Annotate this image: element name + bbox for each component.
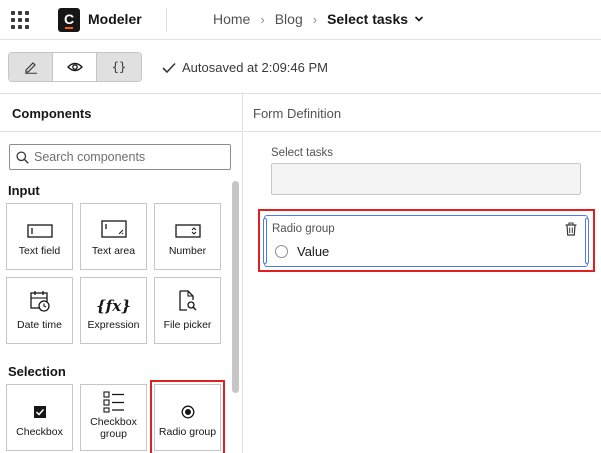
camunda-logo: C <box>58 8 80 32</box>
tile-radio-group[interactable]: Radio group <box>150 380 225 453</box>
pencil-icon <box>24 62 37 74</box>
autosave-status: Autosaved at 2:09:46 PM <box>162 60 328 75</box>
radio-group-field[interactable]: Radio group Value <box>263 215 589 267</box>
mode-switcher: {} <box>8 52 142 82</box>
resize-handle-right[interactable] <box>585 218 589 264</box>
radio-option-label: Value <box>297 244 330 259</box>
components-title: Components <box>0 94 242 132</box>
tile-label: Text field <box>18 245 61 257</box>
chevron-right-icon: › <box>260 11 265 27</box>
radio-button[interactable] <box>275 245 288 258</box>
form-definition-panel: Form Definition Select tasks Radio group… <box>244 94 601 453</box>
file-search-icon <box>178 290 196 311</box>
search-box <box>9 144 231 170</box>
edit-mode-button[interactable] <box>9 53 53 81</box>
top-header: C Modeler Home › Blog › Select tasks <box>0 0 601 40</box>
tile-number[interactable]: Number <box>154 203 221 270</box>
calendar-clock-icon <box>29 291 50 312</box>
breadcrumb-home[interactable]: Home <box>213 11 250 27</box>
select-tasks-label: Select tasks <box>271 147 333 159</box>
checkbox-group-icon <box>102 391 124 413</box>
checkbox-icon <box>33 406 46 418</box>
app-name: Modeler <box>88 11 142 27</box>
radio-option[interactable]: Value <box>275 244 329 259</box>
chevron-down-icon[interactable] <box>414 14 424 24</box>
autosave-text: Autosaved at 2:09:46 PM <box>182 60 328 75</box>
tile-file-picker[interactable]: File picker <box>154 277 221 344</box>
search-input[interactable] <box>34 150 224 164</box>
tile-text-area[interactable]: Text area <box>80 203 147 270</box>
resize-handle-left[interactable] <box>263 218 267 264</box>
tile-label: Text area <box>91 245 136 257</box>
toolbar: {} Autosaved at 2:09:46 PM <box>0 40 601 94</box>
section-title-input: Input <box>8 183 40 198</box>
breadcrumb: Home › Blog › Select tasks <box>213 11 424 27</box>
tile-text-field[interactable]: Text field <box>6 203 73 270</box>
search-icon <box>16 150 29 164</box>
app-switcher-icon[interactable] <box>9 9 31 31</box>
chevron-right-icon: › <box>312 11 318 27</box>
components-panel: Components Input Text field Text area Nu… <box>0 94 243 453</box>
header-divider <box>166 8 167 32</box>
tile-expression[interactable]: {fx} Expression <box>80 277 147 344</box>
form-definition-title: Form Definition <box>244 94 601 132</box>
tile-label: File picker <box>163 319 212 331</box>
tile-date-time[interactable]: Date time <box>6 277 73 344</box>
radio-group-label: Radio group <box>272 223 335 235</box>
braces-icon: {} <box>111 60 127 74</box>
tile-checkbox-group[interactable]: Checkbox group <box>80 384 147 451</box>
number-icon <box>174 224 201 238</box>
preview-mode-button[interactable] <box>53 53 97 81</box>
select-tasks-field[interactable] <box>271 163 581 195</box>
eye-icon <box>66 62 83 72</box>
breadcrumb-current[interactable]: Select tasks <box>327 11 408 27</box>
tile-label: Date time <box>17 319 62 331</box>
section-title-selection: Selection <box>8 364 66 379</box>
text-area-icon <box>100 220 127 238</box>
json-mode-button[interactable]: {} <box>97 53 141 81</box>
function-icon: {fx} <box>96 297 131 315</box>
tile-label: Checkbox <box>16 426 63 438</box>
tile-label: Number <box>168 245 207 257</box>
checkmark-icon <box>162 62 176 73</box>
text-field-icon <box>26 224 53 238</box>
breadcrumb-blog[interactable]: Blog <box>275 11 303 27</box>
radio-icon <box>181 405 194 419</box>
tile-label: Radio group <box>158 426 217 438</box>
tile-label: Expression <box>87 319 140 331</box>
tile-label: Checkbox group <box>90 416 137 440</box>
tile-checkbox[interactable]: Checkbox <box>6 384 73 451</box>
trash-icon[interactable] <box>565 222 577 236</box>
components-scrollbar[interactable] <box>232 181 239 393</box>
